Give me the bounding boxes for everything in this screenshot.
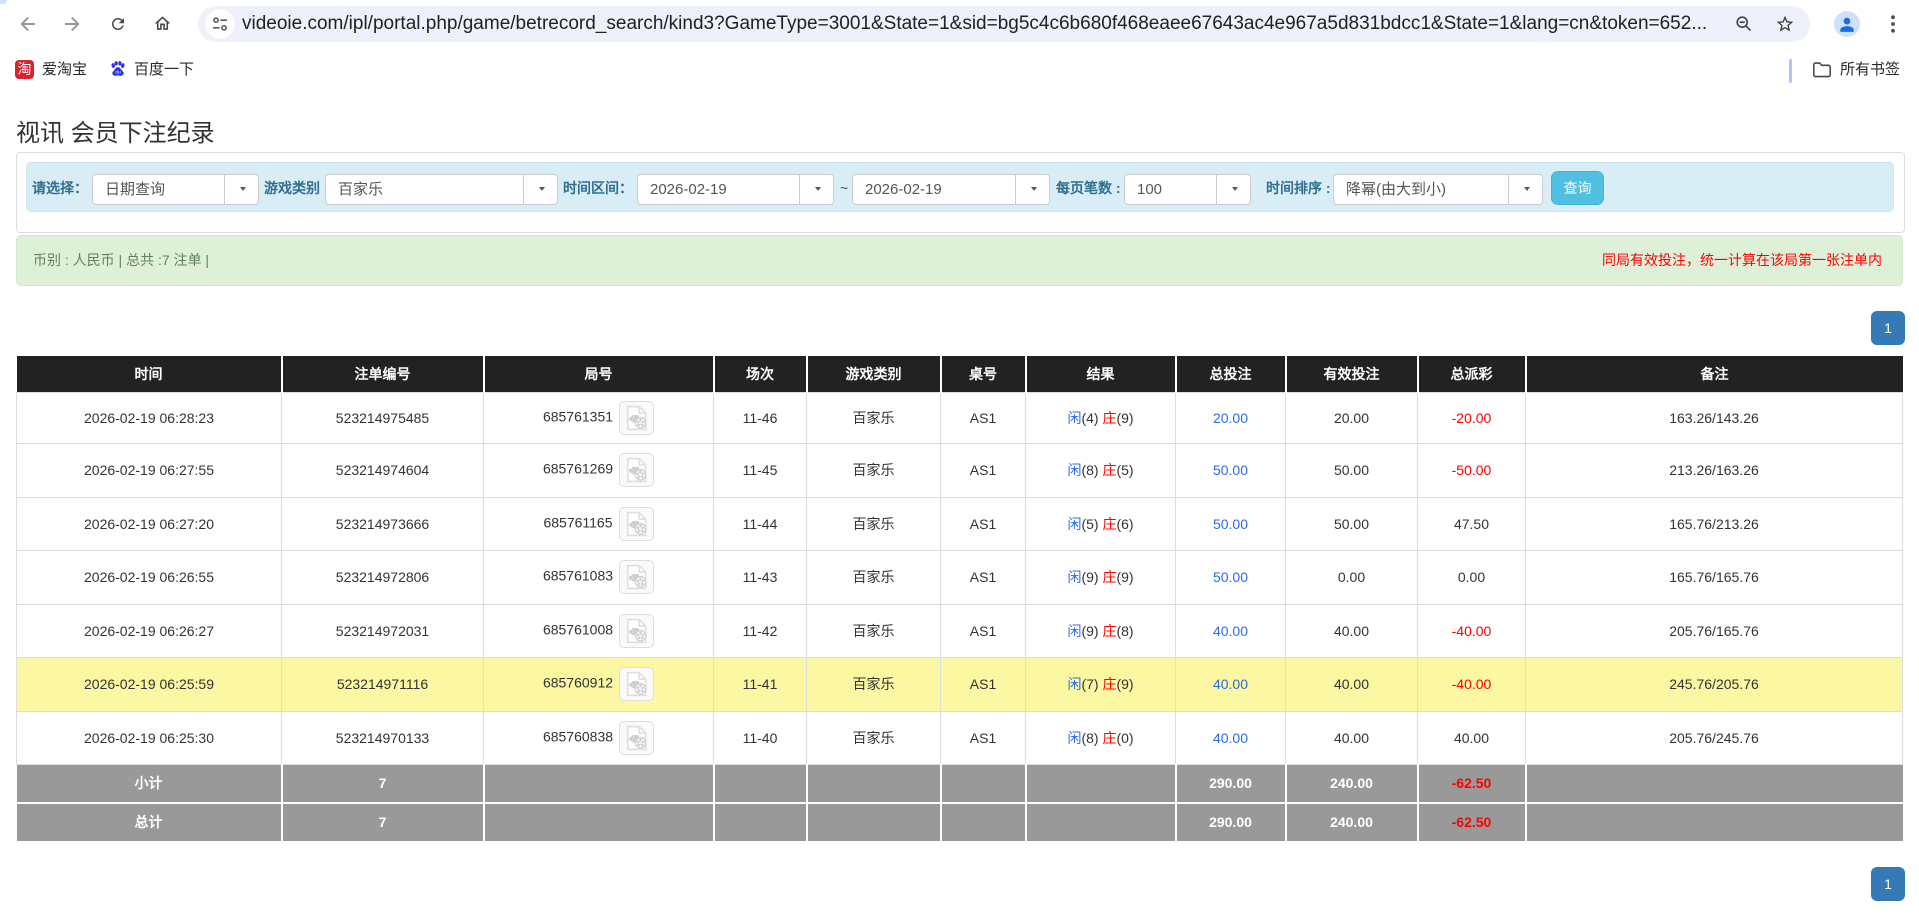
svg-text:du: du [115,70,121,76]
